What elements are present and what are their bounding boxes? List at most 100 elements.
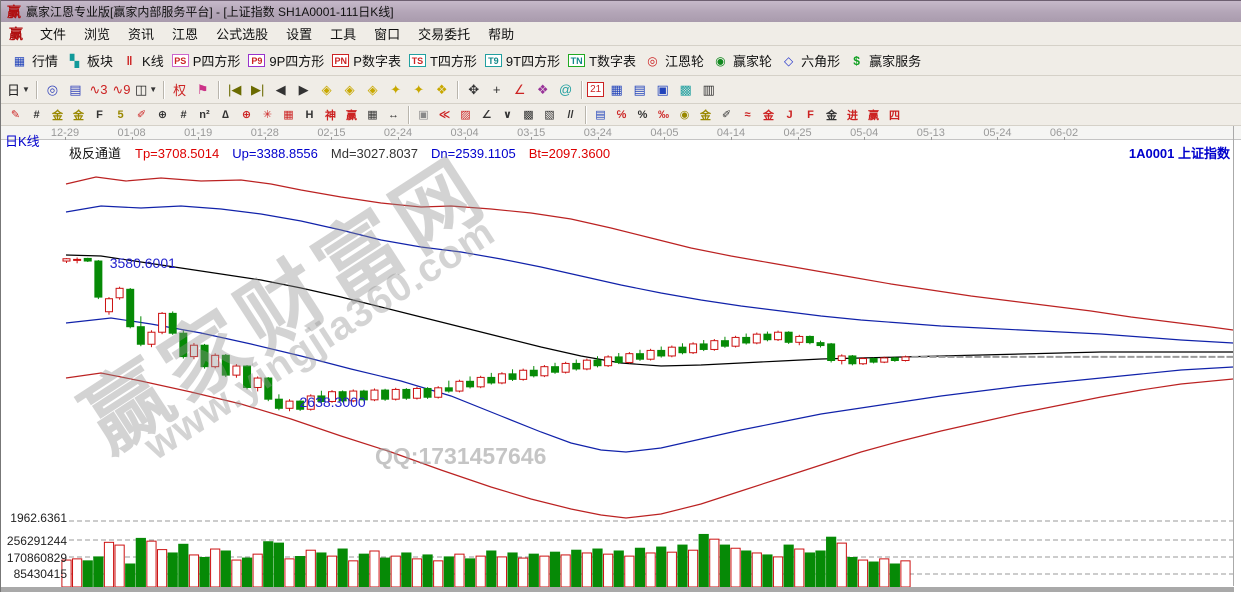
brush-tool-icon[interactable]: ✐ [132, 106, 151, 123]
menu-工具[interactable]: 工具 [321, 22, 365, 45]
capture-icon[interactable]: ▩ [675, 80, 696, 100]
zoom-full-icon[interactable]: ❖ [431, 80, 452, 100]
angle-fan-tool-icon[interactable]: ∆ [216, 106, 235, 123]
diary-icon[interactable]: ▤ [629, 80, 650, 100]
grid-box-tool-icon[interactable]: ▦ [279, 106, 298, 123]
angle-measure-tool-icon[interactable]: ∠ [509, 80, 530, 100]
k-mark-tool-icon[interactable]: H [300, 106, 319, 123]
span-arrow-tool-icon[interactable]: ↔ [384, 106, 403, 123]
toolbar-9p-square[interactable]: P99P四方形 [248, 51, 324, 70]
pen-tool-icon[interactable]: ✎ [6, 106, 25, 123]
toolbar-gann-wheel[interactable]: ◎江恩轮 [644, 51, 704, 70]
scribble-tool-icon[interactable]: ◎ [42, 80, 63, 100]
next-bar-icon[interactable]: ▶ [293, 80, 314, 100]
ray-fan-tool-icon[interactable]: ≪ [435, 106, 454, 123]
calendar-icon[interactable]: 21 [587, 82, 604, 97]
spiral5-tool-icon[interactable]: 5 [111, 106, 130, 123]
v-tool-icon[interactable]: ∨ [498, 106, 517, 123]
dense-grid2-tool-icon[interactable]: ▧ [540, 106, 559, 123]
gold-circle-tool-icon[interactable]: ◉ [675, 106, 694, 123]
toolbar-9t-square[interactable]: T99T四方形 [485, 51, 560, 70]
menu-交易委托[interactable]: 交易委托 [409, 22, 479, 45]
frame-tool-icon[interactable]: ▣ [414, 106, 433, 123]
percent-tool-icon[interactable]: % [633, 106, 652, 123]
paint-tool-icon[interactable]: ✐ [717, 106, 736, 123]
gold-line-tool-icon[interactable]: 金 [759, 106, 778, 123]
zoom-vertical-icon[interactable]: ✦ [385, 80, 406, 100]
gold-gate2-tool-icon[interactable]: 金 [69, 106, 88, 123]
symbol-label[interactable]: 1A0001 上证指数 [1129, 143, 1230, 162]
grid123-tool-icon[interactable]: ▦ [363, 106, 382, 123]
gold-levels-tool-icon[interactable]: 金 [696, 106, 715, 123]
angle-lines-tool-icon[interactable]: ∠ [477, 106, 496, 123]
memo-tool-icon[interactable]: ▤ [65, 80, 86, 100]
shade-box-tool-icon[interactable]: ▨ [456, 106, 475, 123]
gann-grid-tool-icon[interactable]: # [27, 106, 46, 123]
j-angle-tool-icon[interactable]: J [780, 106, 799, 123]
menu-窗口[interactable]: 窗口 [365, 22, 409, 45]
time-wheel-tool-icon[interactable]: ⊕ [153, 106, 172, 123]
gann-box-tool-icon[interactable]: ❖ [532, 80, 553, 100]
candle-body [764, 334, 771, 340]
zoom-horizontal-icon[interactable]: ◈ [362, 80, 383, 100]
win-tool-icon[interactable]: 赢 [342, 106, 361, 123]
four-lines-tool-icon[interactable]: 四 [885, 106, 904, 123]
print-icon[interactable]: ▥ [698, 80, 719, 100]
ruler-tool-icon[interactable]: # [174, 106, 193, 123]
toolbar-t-number-table[interactable]: TNT数字表 [568, 51, 636, 70]
toolbar-winner-wheel[interactable]: ◉赢家轮 [712, 51, 772, 70]
hand-tool-icon[interactable]: ✥ [463, 80, 484, 100]
menu-资讯[interactable]: 资讯 [119, 22, 163, 45]
period-selector-icon[interactable]: 日▼ [6, 80, 31, 100]
last-bar-icon[interactable]: ▶| [247, 80, 268, 100]
levels-tool-icon[interactable]: ▤ [591, 106, 610, 123]
toolbar-hexagon[interactable]: ◇六角形 [780, 51, 840, 70]
win-lines-tool-icon[interactable]: 赢 [864, 106, 883, 123]
calculator-icon[interactable]: ▦ [606, 80, 627, 100]
chart-canvas[interactable]: 3580.60012638.3000 [1, 126, 1241, 592]
toolbar-kline[interactable]: ‖K线 [121, 51, 164, 70]
n2-tool-icon[interactable]: n² [195, 106, 214, 123]
first-bar-icon[interactable]: |◀ [224, 80, 245, 100]
toolbar-winner-service[interactable]: $赢家服务 [848, 51, 921, 70]
candle-style-icon[interactable]: ◫▼ [134, 80, 158, 100]
menu-文件[interactable]: 文件 [31, 22, 75, 45]
wave3-tool-icon[interactable]: ∿3 [88, 80, 109, 100]
jin-lines-tool-icon[interactable]: 进 [843, 106, 862, 123]
menu-设置[interactable]: 设置 [277, 22, 321, 45]
menu-江恩[interactable]: 江恩 [163, 22, 207, 45]
dense-grid-tool-icon[interactable]: ▩ [519, 106, 538, 123]
prev-bar-icon[interactable]: ◀ [270, 80, 291, 100]
indicator-flag-icon[interactable]: ⚑ [192, 80, 213, 100]
f-angle-tool-icon[interactable]: F [801, 106, 820, 123]
shen-tool-icon[interactable]: 神 [321, 106, 340, 123]
f-line-tool-icon[interactable]: F [90, 106, 109, 123]
permille-tool-icon[interactable]: ‰ [654, 106, 673, 123]
save-icon[interactable]: ▣ [652, 80, 673, 100]
menu-帮助[interactable]: 帮助 [479, 22, 523, 45]
crosshair-tool-icon[interactable]: + [486, 80, 507, 100]
star-tool-icon[interactable]: ✳ [258, 106, 277, 123]
period-label[interactable]: 日K线 [5, 131, 40, 150]
zoom-left-icon[interactable]: ◈ [316, 80, 337, 100]
zoom-right-icon[interactable]: ◈ [339, 80, 360, 100]
toolbar-p-number-table[interactable]: PNP数字表 [332, 51, 401, 70]
toolbar-quote[interactable]: ▦行情 [11, 51, 58, 70]
gold-fan-tool-icon[interactable]: 金 [822, 106, 841, 123]
toolbar-p-square[interactable]: PSP四方形 [172, 51, 241, 70]
menu-公式选股[interactable]: 公式选股 [207, 22, 277, 45]
wave-channel-tool-icon[interactable]: ≈ [738, 106, 757, 123]
spiral-tool-icon[interactable]: @ [555, 80, 576, 100]
bottom-scrollbar[interactable] [1, 587, 1234, 592]
toolbar-sectors[interactable]: ▚板块 [66, 51, 113, 70]
target-tool-icon[interactable]: ⊕ [237, 106, 256, 123]
wave9-tool-icon[interactable]: ∿9 [111, 80, 132, 100]
zoom-all-icon[interactable]: ✦ [408, 80, 429, 100]
gold-gate-tool-icon[interactable]: 金 [48, 106, 67, 123]
restore-tool-icon[interactable]: 权 [169, 80, 190, 100]
percent-line-tool-icon[interactable]: ℅ [612, 106, 631, 123]
indicator-name[interactable]: 极反通道 [69, 146, 121, 161]
toolbar-t-square[interactable]: TST四方形 [409, 51, 477, 70]
menu-浏览[interactable]: 浏览 [75, 22, 119, 45]
slash-lines-tool-icon[interactable]: // [561, 106, 580, 123]
